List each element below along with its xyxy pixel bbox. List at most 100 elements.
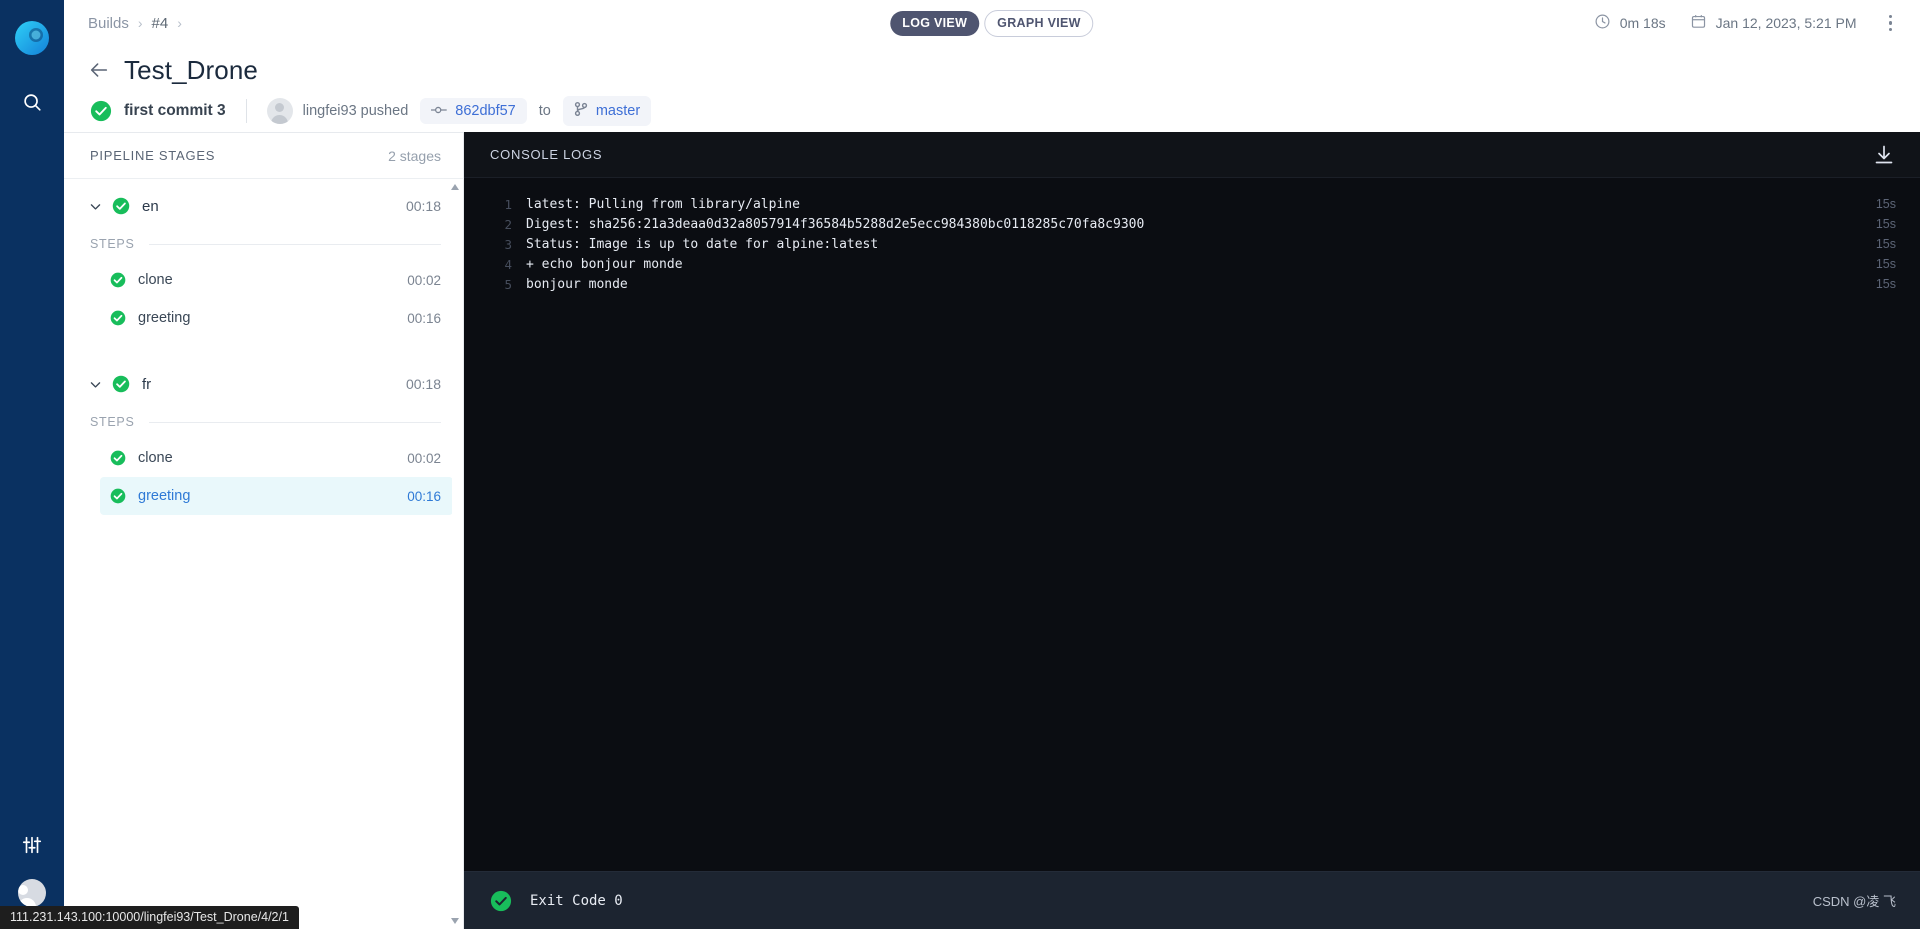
- step-duration: 00:16: [407, 310, 441, 326]
- pipeline-stages-list[interactable]: en 00:18 STEPS clone 00:02 greeting 00:1…: [64, 179, 463, 929]
- console-header: CONSOLE LOGS: [464, 132, 1920, 178]
- scrollbar-track[interactable]: [452, 195, 458, 913]
- log-line-elapsed: 15s: [1875, 237, 1896, 251]
- page-title: Test_Drone: [124, 54, 258, 85]
- chevron-down-icon[interactable]: [86, 200, 104, 213]
- check-circle-icon: [490, 890, 512, 912]
- check-circle-icon: [112, 375, 130, 393]
- log-line-elapsed: 15s: [1875, 257, 1896, 271]
- log-line-elapsed: 15s: [1875, 217, 1896, 231]
- search-icon[interactable]: [12, 82, 52, 122]
- step-duration: 00:16: [407, 488, 441, 504]
- build-duration: 0m 18s: [1594, 13, 1666, 33]
- log-line-number: 3: [504, 236, 512, 252]
- stage-group: en 00:18 STEPS clone 00:02 greeting 00:1…: [64, 185, 463, 337]
- stage-row[interactable]: en 00:18: [64, 185, 463, 227]
- divider: [245, 99, 247, 123]
- tab-graph-view[interactable]: GRAPH VIEW: [984, 9, 1094, 37]
- app-root: Builds › #4 › LOG VIEW GRAPH VIEW 0m 18s: [0, 0, 1920, 929]
- pipeline-stages-header: PIPELINE STAGES 2 stages: [64, 133, 463, 179]
- chevron-right-icon: ›: [137, 15, 143, 31]
- content-body: PIPELINE STAGES 2 stages en 00:18 STEPS …: [64, 132, 1920, 929]
- step-name: clone: [138, 272, 173, 288]
- view-toggle: LOG VIEW GRAPH VIEW: [890, 9, 1094, 37]
- log-line-number: 2: [504, 216, 512, 232]
- check-circle-icon: [110, 310, 126, 326]
- user-avatar-icon[interactable]: [18, 879, 46, 907]
- check-circle-icon: [110, 488, 126, 504]
- step-row-clone[interactable]: clone 00:02: [100, 439, 453, 477]
- stages-scrollbar[interactable]: [450, 179, 460, 929]
- log-line: 5 bonjour monde 15s: [464, 274, 1920, 294]
- download-icon[interactable]: [1872, 143, 1896, 167]
- steps-divider: [148, 243, 441, 245]
- commit-sha-chip[interactable]: 862dbf57: [420, 98, 527, 124]
- stage-name: en: [142, 197, 159, 215]
- step-name: greeting: [138, 488, 191, 504]
- more-vertical-icon[interactable]: [1883, 11, 1899, 36]
- branch-icon: [574, 101, 588, 121]
- branch-label: master: [595, 103, 641, 119]
- console-footer: Exit Code 0 CSDN @凌 飞: [464, 871, 1920, 929]
- log-line-text: latest: Pulling from library/alpine: [526, 196, 800, 212]
- log-line-text: + echo bonjour monde: [526, 256, 683, 272]
- stage-name: fr: [142, 375, 152, 393]
- log-line-number: 1: [504, 196, 512, 212]
- steps-header: STEPS: [64, 227, 463, 261]
- duration-label: 0m 18s: [1619, 15, 1666, 31]
- title-row: Test_Drone: [88, 50, 1896, 90]
- step-name: greeting: [138, 310, 191, 326]
- calendar-icon: [1690, 13, 1707, 33]
- log-line: 3 Status: Image is up to date for alpine…: [464, 234, 1920, 254]
- step-name: clone: [138, 450, 173, 466]
- console-panel: CONSOLE LOGS 1 latest: Pulling from libr…: [464, 132, 1920, 929]
- log-line: 1 latest: Pulling from library/alpine 15…: [464, 194, 1920, 214]
- commit-message: first commit 3: [124, 102, 226, 119]
- stage-duration: 00:18: [405, 198, 441, 214]
- commit-sha-label: 862dbf57: [455, 103, 516, 119]
- console-log-list[interactable]: 1 latest: Pulling from library/alpine 15…: [464, 178, 1920, 871]
- drone-logo-icon[interactable]: [10, 16, 54, 60]
- breadcrumb-builds[interactable]: Builds: [88, 15, 129, 32]
- check-circle-icon: [90, 100, 112, 122]
- log-line-elapsed: 15s: [1875, 197, 1896, 211]
- step-row-greeting-selected[interactable]: greeting 00:16: [100, 477, 453, 515]
- stage-gap: [64, 337, 463, 363]
- log-line-text: Digest: sha256:21a3deaa0d32a8057914f3658…: [526, 216, 1145, 232]
- stage-duration: 00:18: [405, 376, 441, 392]
- branch-chip[interactable]: master: [562, 96, 652, 126]
- check-circle-icon: [110, 450, 126, 466]
- scroll-down-arrow-icon[interactable]: [450, 915, 460, 927]
- step-row-greeting[interactable]: greeting 00:16: [100, 299, 453, 337]
- log-line-text: Status: Image is up to date for alpine:l…: [526, 236, 879, 252]
- step-row-clone[interactable]: clone 00:02: [100, 261, 453, 299]
- tab-log-view[interactable]: LOG VIEW: [890, 10, 980, 36]
- sliders-icon[interactable]: [12, 825, 52, 865]
- top-bar-right: 0m 18s Jan 12, 2023, 5:21 PM: [1570, 11, 1898, 36]
- log-line: 2 Digest: sha256:21a3deaa0d32a8057914f36…: [464, 214, 1920, 234]
- steps-header: STEPS: [64, 405, 463, 439]
- exit-code-label: Exit Code 0: [530, 892, 623, 909]
- build-date: Jan 12, 2023, 5:21 PM: [1690, 13, 1857, 33]
- log-line-elapsed: 15s: [1875, 277, 1896, 291]
- pipeline-stages-count: 2 stages: [388, 147, 441, 164]
- check-circle-icon: [112, 197, 130, 215]
- commit-summary: first commit 3 lingfei93 pushed 862dbf57…: [88, 90, 1896, 132]
- to-label: to: [538, 103, 551, 119]
- breadcrumb-build-number[interactable]: #4: [152, 15, 169, 32]
- scroll-up-arrow-icon[interactable]: [450, 181, 460, 193]
- chevron-down-icon[interactable]: [86, 378, 104, 391]
- log-line-number: 4: [504, 256, 512, 272]
- left-nav-rail: [0, 0, 64, 929]
- check-circle-icon: [110, 272, 126, 288]
- log-line: 4 + echo bonjour monde 15s: [464, 254, 1920, 274]
- steps-label: STEPS: [90, 415, 135, 429]
- stage-row[interactable]: fr 00:18: [64, 363, 463, 405]
- log-line-text: bonjour monde: [526, 276, 628, 292]
- watermark: CSDN @凌 飞: [1812, 894, 1896, 909]
- step-duration: 00:02: [407, 450, 441, 466]
- steps-divider: [148, 421, 441, 423]
- avatar: [266, 98, 293, 124]
- arrow-left-icon[interactable]: [88, 59, 110, 81]
- pipeline-stages-title: PIPELINE STAGES: [90, 148, 216, 163]
